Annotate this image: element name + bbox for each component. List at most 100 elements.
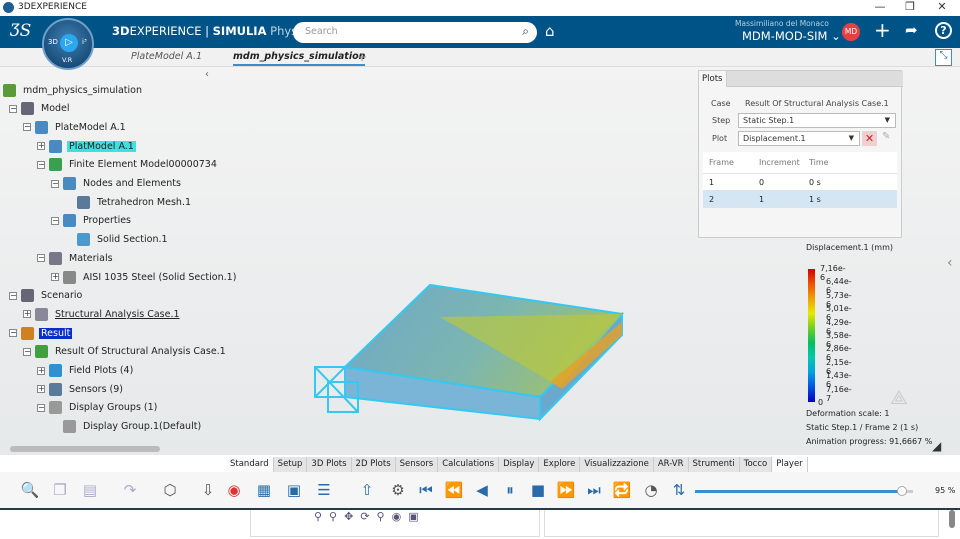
expand-panel-icon[interactable]: ‹ <box>947 255 953 271</box>
speed-gauge-icon[interactable]: ◔ <box>641 480 661 500</box>
pause-icon[interactable]: ⏸ <box>500 480 520 500</box>
swap-direction-icon[interactable]: ⇅ <box>669 480 689 500</box>
speed-slider[interactable] <box>695 486 913 496</box>
next-frame-icon[interactable]: ⏩ <box>556 480 576 500</box>
expand-toggle[interactable]: − <box>9 291 17 300</box>
settings-icon[interactable]: ⚙ <box>388 480 408 500</box>
paste-icon[interactable]: ▤ <box>80 480 100 500</box>
last-frame-icon[interactable]: ⏭ <box>584 480 604 500</box>
tab-mdm-physics-simulation[interactable]: mdm_physics_simulation <box>233 51 366 66</box>
toolbar-tab-player[interactable]: Player <box>772 457 808 472</box>
tree-node[interactable]: − Display Groups (1) <box>37 399 159 417</box>
tree-node[interactable]: + Structural Analysis Case.1 <box>23 305 182 323</box>
add-icon[interactable]: + <box>874 18 891 42</box>
expand-toggle[interactable]: − <box>51 216 59 225</box>
compass-widget[interactable]: 3D ▷ i³ V.R <box>42 18 94 70</box>
plot-dropdown[interactable]: Displacement.1 ▼ <box>738 131 860 146</box>
toolbar-tab-calculations[interactable]: Calculations <box>438 457 500 472</box>
tree-node[interactable]: − Properties <box>51 212 133 230</box>
resize-handle-icon[interactable]: ◢ <box>932 439 941 453</box>
play-icon[interactable]: ▷ <box>60 34 78 52</box>
plate-model-3d[interactable] <box>300 207 640 427</box>
restore-button[interactable]: ❐ <box>896 0 924 16</box>
tenant-selector[interactable]: MDM-MOD-SIM ⌄ <box>742 29 841 43</box>
table-icon[interactable]: ☰ <box>314 480 334 500</box>
contour-plot-icon[interactable]: ◉ <box>224 480 244 500</box>
expand-toggle[interactable]: + <box>37 142 45 151</box>
first-frame-icon[interactable]: ⏮ <box>416 480 436 500</box>
tree-node[interactable]: mdm_physics_simulation <box>3 81 144 99</box>
toolbar-tab-ar-vr[interactable]: AR-VR <box>653 457 689 472</box>
previous-frame-icon[interactable]: ⏪ <box>444 480 464 500</box>
tree-node[interactable]: − Materials <box>37 249 115 267</box>
toolbar-tab-tocco[interactable]: Tocco <box>739 457 773 472</box>
toolbar-tab-display[interactable]: Display <box>499 457 540 472</box>
toolbar-tab-standard[interactable]: Standard <box>226 457 274 472</box>
edit-icon[interactable]: ✎ <box>882 131 890 142</box>
tag-icon[interactable]: ⌂ <box>545 22 555 40</box>
step-dropdown[interactable]: Static Step.1 ▼ <box>738 113 896 128</box>
speed-slider-thumb[interactable] <box>897 486 908 496</box>
tree-node[interactable]: − Result Of Structural Analysis Case.1 <box>23 343 228 361</box>
display-icon[interactable]: ▣ <box>284 480 304 500</box>
expand-toggle[interactable]: − <box>37 254 45 263</box>
toolbar-tab-explore[interactable]: Explore <box>539 457 581 472</box>
copy-icon[interactable]: ❐ <box>50 480 70 500</box>
expand-toggle[interactable]: + <box>37 385 45 394</box>
toolbar-tab-strumenti[interactable]: Strumenti <box>688 457 740 472</box>
loop-icon[interactable]: 🔁 <box>612 480 632 500</box>
minimize-button[interactable]: — <box>866 0 894 16</box>
plot-settings-icon[interactable]: ✕ <box>862 131 877 146</box>
expand-toggle[interactable]: − <box>37 160 45 169</box>
expand-toggle[interactable]: − <box>51 179 59 188</box>
search-icon[interactable]: ⌕ <box>522 24 529 39</box>
view-tools-icons[interactable]: ⚲⚲✥⟳⚲◉▣ <box>314 510 426 523</box>
export-icon[interactable]: ⇧ <box>357 480 377 500</box>
toolbar-tab-3d-plots[interactable]: 3D Plots <box>307 457 352 472</box>
fit-all-icon[interactable]: 🔍 <box>20 480 40 500</box>
expand-toggle[interactable]: − <box>9 329 17 338</box>
expand-toggle[interactable]: + <box>23 310 31 319</box>
avatar[interactable]: MD <box>842 23 860 41</box>
tree-node[interactable]: − Nodes and Elements <box>51 175 183 193</box>
tree-node[interactable]: + PlatModel A.1 <box>37 137 136 155</box>
tree-node[interactable]: − PlateModel A.1 <box>23 118 128 136</box>
tree-node[interactable]: − Result <box>9 324 73 342</box>
animation-icon[interactable]: ▦ <box>254 480 274 500</box>
share-icon[interactable]: ➦ <box>905 21 918 39</box>
expand-toggle[interactable]: − <box>23 123 31 132</box>
tree-collapse-icon[interactable]: ‹ <box>205 69 209 80</box>
vertical-scrollbar[interactable] <box>949 510 955 528</box>
tree-node[interactable]: Tetrahedron Mesh.1 <box>65 193 193 211</box>
expand-toggle[interactable]: + <box>37 366 45 375</box>
tree-node[interactable]: − Scenario <box>9 287 84 305</box>
tree-node[interactable]: Solid Section.1 <box>65 231 170 249</box>
tree-node[interactable]: + Field Plots (4) <box>37 362 135 380</box>
play-backward-icon[interactable]: ◀ <box>472 480 492 500</box>
expand-toggle[interactable]: − <box>9 104 17 113</box>
expand-toggle[interactable]: − <box>37 403 45 412</box>
expand-toggle[interactable]: + <box>51 273 59 281</box>
collapse-icon[interactable]: ⤡ <box>935 49 952 66</box>
tree-node[interactable]: Display Group.1(Default) <box>51 418 203 436</box>
search-input[interactable]: Search ⌕ <box>293 22 537 43</box>
redo-icon[interactable]: ↷ <box>120 480 140 500</box>
toolbar-tab-sensors[interactable]: Sensors <box>395 457 439 472</box>
tree-node[interactable]: − Finite Element Model00000734 <box>37 156 219 174</box>
close-button[interactable]: ✕ <box>928 0 956 16</box>
plots-tab[interactable]: Plots <box>699 71 727 87</box>
tree-node[interactable]: + Sensors (9) <box>37 380 125 398</box>
stop-icon[interactable]: ■ <box>528 480 548 500</box>
expand-toggle[interactable]: − <box>23 347 31 356</box>
toolbar-tab-setup[interactable]: Setup <box>273 457 308 472</box>
table-row[interactable]: 1 0 0 s <box>703 174 897 191</box>
toolbar-tab-2d-plots[interactable]: 2D Plots <box>351 457 396 472</box>
table-row[interactable]: 2 1 1 s <box>703 191 897 208</box>
toolbar-tab-visualizzazione[interactable]: Visualizzazione <box>580 457 654 472</box>
add-tab-button[interactable]: + <box>357 50 367 64</box>
help-icon[interactable]: ? <box>935 22 952 39</box>
tree-scrollbar[interactable] <box>10 446 160 452</box>
import-icon[interactable]: ⇩ <box>198 480 218 500</box>
tree-node[interactable]: − Model <box>9 100 72 118</box>
tree-node[interactable]: + AISI 1035 Steel (Solid Section.1) <box>51 268 238 286</box>
